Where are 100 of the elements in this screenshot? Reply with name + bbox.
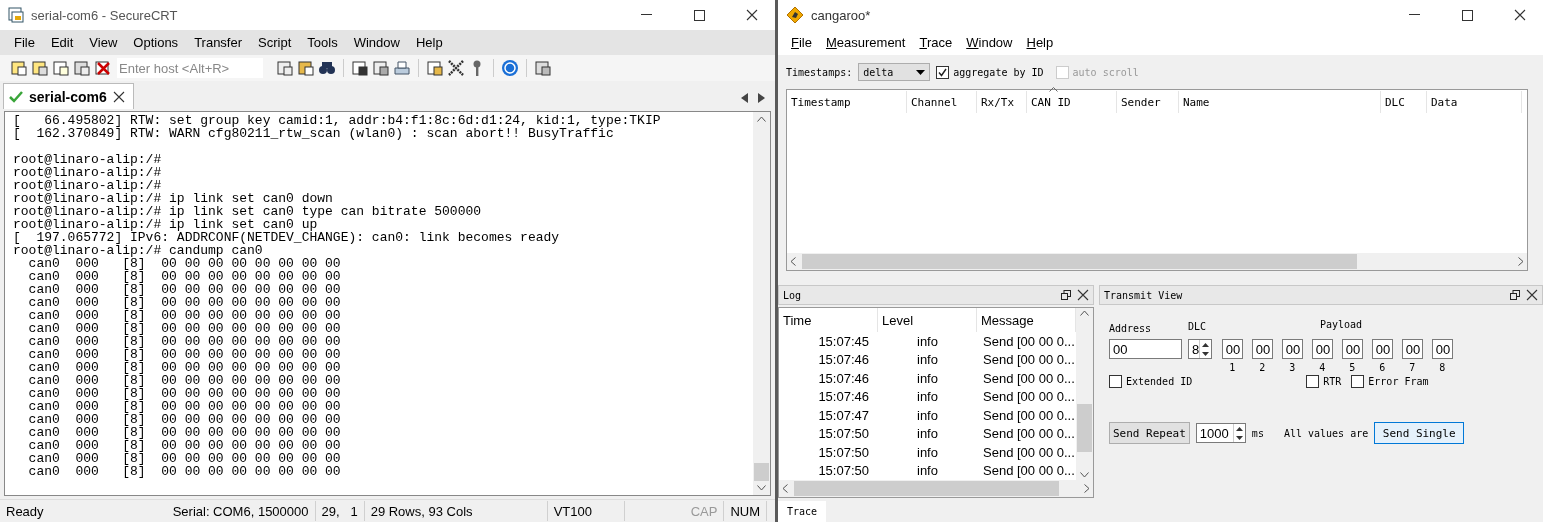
float-icon[interactable] [1510,290,1520,300]
scrollbar-thumb[interactable] [754,463,769,481]
scrollbar-thumb[interactable] [1077,404,1092,452]
byte-index: 8 [1439,362,1446,373]
column-header[interactable]: Timestamp [787,91,907,113]
payload-field[interactable]: 00 [1431,339,1453,359]
terminal[interactable] [4,111,771,496]
payload-field[interactable]: 00 [1281,339,1303,359]
menu-item[interactable]: View [81,35,126,50]
scroll-left-icon[interactable] [782,484,788,493]
scroll-down-icon[interactable] [757,485,766,491]
minimize-icon[interactable] [640,14,652,16]
menu-item[interactable]: Trace [912,35,960,50]
minimize-icon[interactable] [1408,14,1420,16]
menu-item[interactable]: File [784,35,819,50]
field-label: Payload [1320,319,1363,330]
checkbox[interactable] [936,65,950,79]
send-single-button[interactable]: Send Single [1374,422,1465,444]
dropdown-caret-icon [916,69,926,75]
scrollbar-thumb[interactable] [802,254,1357,269]
connection-status: Serial: COM6, 1500000 [166,501,316,521]
scroll-left-icon[interactable] [790,257,796,266]
payload-field[interactable]: 00 [1401,339,1423,359]
maximize-icon[interactable] [693,9,705,21]
dlc-spinbox[interactable]: 8 [1188,339,1213,359]
byte-index: 1 [1229,362,1236,373]
tab-right-icon[interactable] [758,93,765,103]
sort-icon [1049,87,1058,92]
checkbox[interactable] [1109,375,1122,388]
menu-item[interactable]: Script [250,35,300,50]
column-header[interactable]: Rx/Tx [977,91,1027,113]
close-icon[interactable] [1514,9,1526,21]
menu-item[interactable]: Window [959,35,1020,50]
terminal-line: root@linaro-alip:/# ip link set can0 up [13,218,318,231]
interval-spinbox[interactable]: 1000 [1195,423,1246,443]
column-header[interactable]: Data [1427,91,1522,113]
column-header[interactable]: CAN ID [1027,91,1117,113]
spin-down-icon[interactable] [1202,351,1210,356]
scrollbar-thumb[interactable] [794,481,1059,496]
menu-item[interactable]: Edit [42,35,82,50]
session-tab[interactable]: serial-com6 [3,83,134,109]
terminal-line: can0 000 [8] 00 00 00 00 00 00 00 00 [27,452,342,465]
float-icon[interactable] [1061,290,1071,300]
column-header[interactable]: Time [779,308,878,332]
spin-down-icon[interactable] [1235,435,1243,440]
menu-item[interactable]: Transfer [186,35,251,50]
byte-index: 2 [1259,362,1266,373]
menu-item[interactable]: Help [407,35,451,50]
payload-field[interactable]: 00 [1311,339,1333,359]
checkbox[interactable] [1351,375,1365,388]
terminal-line: can0 000 [8] 00 00 00 00 00 00 00 00 [27,413,342,426]
table-cell-text: 15:07:46 [817,352,870,368]
menu-item[interactable]: Help [1019,35,1061,50]
scroll-up-icon[interactable] [1080,310,1089,316]
terminal-line: can0 000 [8] 00 00 00 00 00 00 00 00 [27,296,342,309]
table-cell-text: Send [00 00 0... [982,426,1075,442]
field-label: Address [1109,322,1153,334]
send-repeat-button[interactable]: Send Repeat [1109,422,1190,444]
table-cell-text: 15:07:50 [817,444,870,460]
address-field[interactable]: 00 [1109,339,1182,359]
checkbox[interactable] [1306,375,1320,388]
printer-icon[interactable] [393,59,411,77]
column-header[interactable]: Name [1179,91,1381,113]
timestamps-dropdown[interactable]: delta [858,63,931,81]
scroll-up-icon[interactable] [757,116,766,122]
spin-up-icon[interactable] [1202,342,1210,347]
menu-item[interactable]: File [6,35,43,50]
close-icon[interactable] [1526,289,1538,301]
payload-field[interactable]: 00 [1221,339,1243,359]
column-header[interactable]: Sender [1117,91,1179,113]
menu-item[interactable]: Window [345,35,408,50]
payload-field[interactable]: 00 [1341,339,1363,359]
close-icon[interactable] [112,90,125,103]
host-field[interactable]: Enter host <Alt+R> [117,58,263,78]
menu-item[interactable]: Measurement [818,35,913,50]
window-title: serial-com6 - SecureCRT [31,7,178,23]
menu-item[interactable]: Options [125,35,187,50]
table-cell-text: info [916,407,939,423]
column-header[interactable]: Channel [907,91,977,113]
column-header[interactable]: Level [878,308,977,332]
scroll-down-icon[interactable] [1080,472,1089,478]
payload-field[interactable]: 00 [1371,339,1393,359]
terminal-line: can0 000 [8] 00 00 00 00 00 00 00 00 [27,283,342,296]
maximize-icon[interactable] [1461,9,1473,21]
close-icon[interactable] [1077,289,1089,301]
dock-tab[interactable]: Trace [778,501,827,522]
terminal-line: can0 000 [8] 00 00 00 00 00 00 00 00 [27,465,342,478]
close-icon[interactable] [746,9,758,21]
tab-left-icon[interactable] [741,93,748,103]
scroll-right-icon[interactable] [1518,257,1524,266]
column-header[interactable]: DLC [1381,91,1427,113]
byte-index: 5 [1349,362,1356,373]
note-text: All values are [1283,427,1369,439]
menu-item[interactable]: Tools [299,35,346,50]
terminal-line: [ 197.065772] IPv6: ADDRCONF(NETDEV_CHANGE): can0: link becomes ready [13,231,561,244]
spin-up-icon[interactable] [1235,426,1243,431]
disconnect-icon[interactable] [94,59,112,77]
binoculars-icon[interactable] [318,59,336,77]
payload-field[interactable]: 00 [1251,339,1273,359]
scroll-right-icon[interactable] [1084,484,1090,493]
